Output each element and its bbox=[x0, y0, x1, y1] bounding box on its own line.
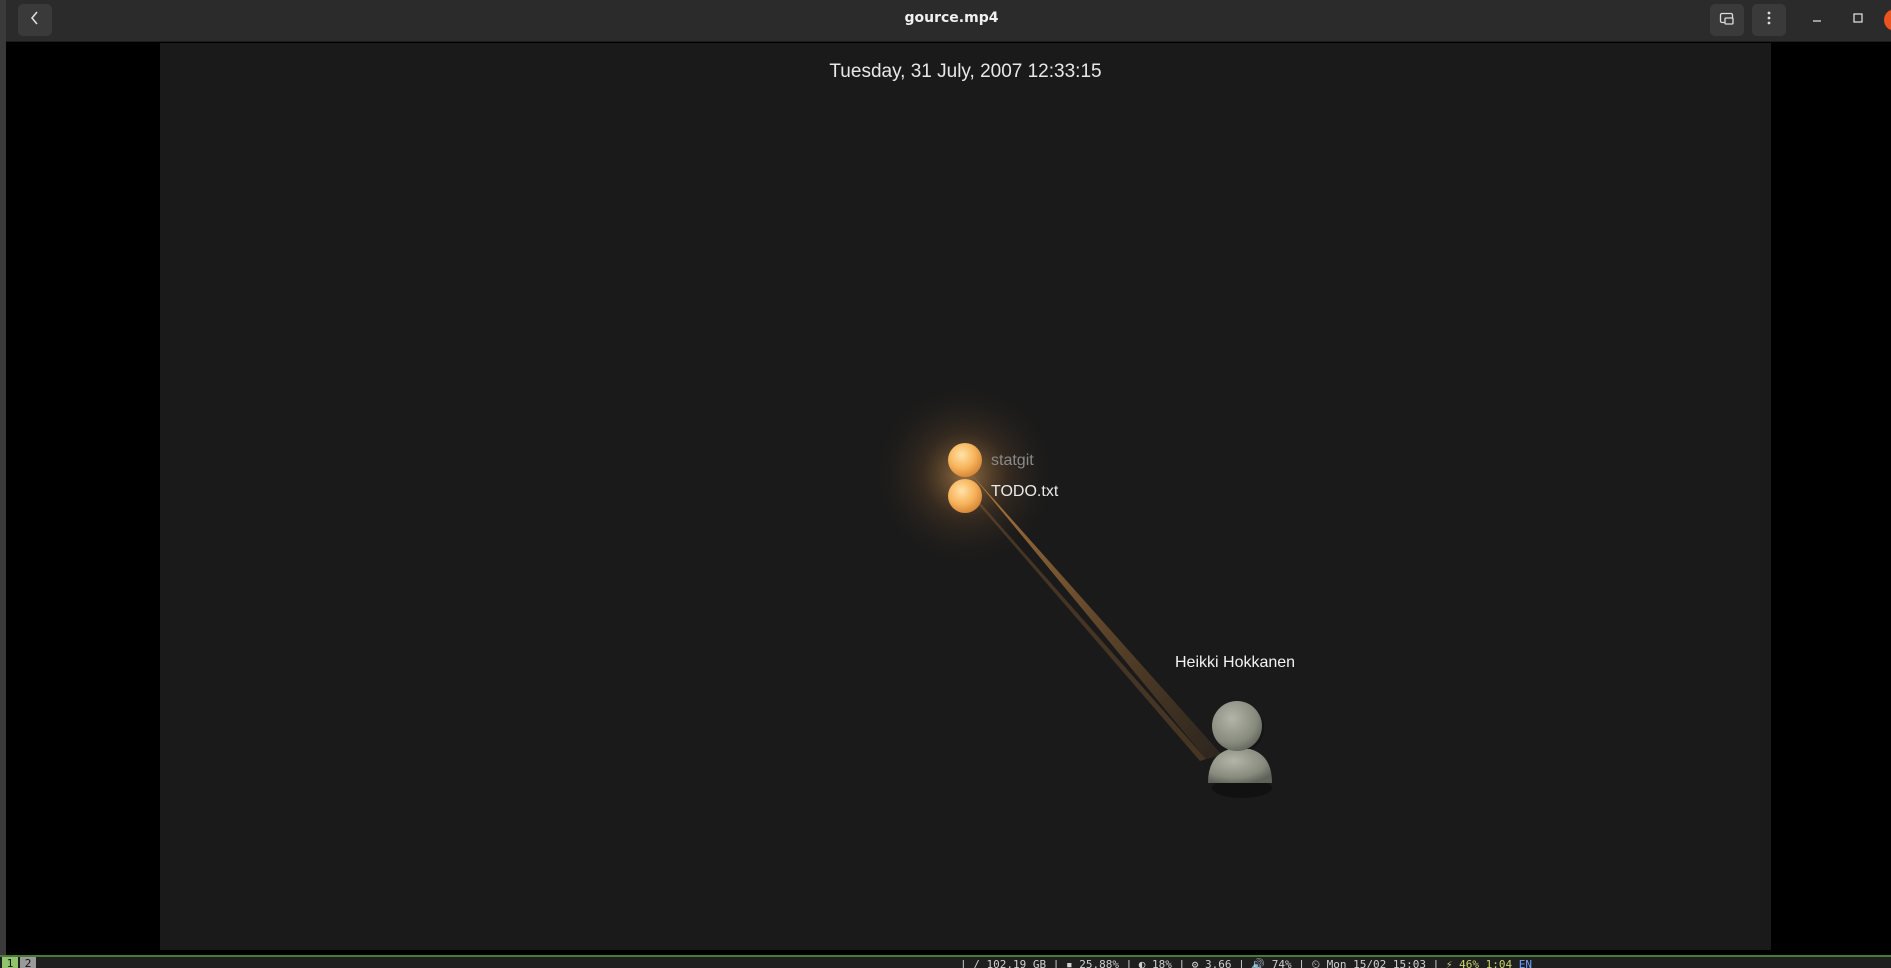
user-label: Heikki Hokkanen bbox=[1175, 654, 1296, 671]
workspace-2[interactable]: 2 bbox=[20, 957, 36, 968]
maximize-button[interactable] bbox=[1844, 8, 1872, 32]
maximize-icon bbox=[1852, 12, 1864, 28]
menu-button[interactable] bbox=[1752, 4, 1786, 36]
workspace-1[interactable]: 1 bbox=[2, 957, 18, 968]
window-title: gource.mp4 bbox=[904, 10, 999, 26]
battery-status: ⚡ 46% 1:04 bbox=[1445, 958, 1513, 968]
minimize-icon bbox=[1811, 12, 1823, 28]
title-bar: gource.mp4 bbox=[6, 0, 1891, 42]
minimize-button[interactable] bbox=[1803, 8, 1831, 32]
picture-in-picture-button[interactable] bbox=[1710, 4, 1744, 36]
system-stats: | / 102.19 GB | ▪ 25.88% | ◐ 18% | ⚙ 3.6… bbox=[960, 958, 1440, 968]
user-avatar[interactable] bbox=[1208, 701, 1272, 798]
file-node-todo[interactable] bbox=[948, 479, 982, 513]
video-player-window: gource.mp4 Tuesday, 31 July, 2007 12:33:… bbox=[0, 0, 1891, 955]
kebab-menu-icon bbox=[1766, 10, 1772, 30]
gource-visualization bbox=[870, 380, 1272, 798]
file-label-todo: TODO.txt bbox=[991, 483, 1059, 500]
keyboard-layout[interactable]: EN bbox=[1519, 958, 1532, 968]
file-label-statgit: statgit bbox=[991, 452, 1034, 469]
picture-in-picture-icon bbox=[1719, 11, 1735, 30]
video-frame[interactable]: Tuesday, 31 July, 2007 12:33:15 statgit … bbox=[160, 43, 1771, 950]
file-node-statgit[interactable] bbox=[948, 443, 982, 477]
status-indicators: | / 102.19 GB | ▪ 25.88% | ◐ 18% | ⚙ 3.6… bbox=[960, 957, 1532, 968]
system-status-bar: 1 2 | / 102.19 GB | ▪ 25.88% | ◐ 18% | ⚙… bbox=[0, 955, 1891, 968]
